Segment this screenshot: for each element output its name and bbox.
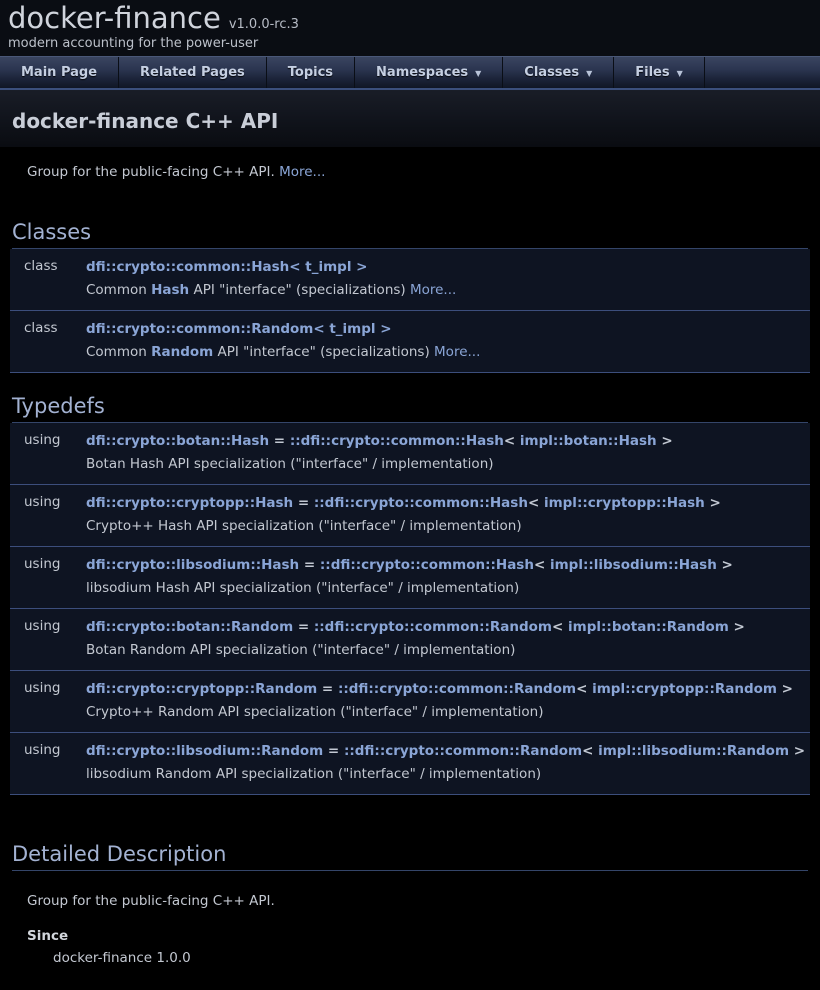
member-keyword: class xyxy=(10,318,86,363)
nav-tab-topics[interactable]: Topics xyxy=(267,57,355,88)
member-description: Crypto++ Hash API specialization ("inter… xyxy=(86,515,810,537)
typedef-name-link[interactable]: dfi::crypto::botan::Hash xyxy=(86,433,269,449)
template-open: < xyxy=(504,433,520,449)
member-description: Botan Random API specialization ("interf… xyxy=(86,639,810,661)
typedef-name-link[interactable]: dfi::crypto::libsodium::Random xyxy=(86,743,323,759)
member-keyword: using xyxy=(10,554,86,599)
member-description: Common Hash API "interface" (specializat… xyxy=(86,279,810,301)
equals-sign: = xyxy=(299,557,320,573)
equals-sign: = xyxy=(323,743,344,759)
typedef-impl-link[interactable]: impl::cryptopp::Hash xyxy=(544,495,705,511)
equals-sign: = xyxy=(317,681,338,697)
chevron-down-icon: ▼ xyxy=(475,67,481,78)
member-keyword: using xyxy=(10,616,86,661)
since-block: Since docker-finance 1.0.0 xyxy=(27,928,810,966)
typedef-name-link[interactable]: dfi::crypto::cryptopp::Random xyxy=(86,681,317,697)
main-nav: Main Page Related Pages Topics Namespace… xyxy=(0,56,820,88)
member-description: Botan Hash API specialization ("interfac… xyxy=(86,453,810,475)
typedef-row: using dfi::crypto::libsodium::Random = :… xyxy=(10,733,810,795)
typedef-base-link[interactable]: ::dfi::crypto::common::Hash xyxy=(314,495,528,511)
intro-paragraph: Group for the public-facing C++ API. Mor… xyxy=(27,164,810,180)
member-keyword: using xyxy=(10,678,86,723)
typedef-base-link[interactable]: ::dfi::crypto::common::Random xyxy=(344,743,582,759)
typedef-row: using dfi::crypto::cryptopp::Hash = ::df… xyxy=(10,485,810,547)
more-link[interactable]: More... xyxy=(410,282,456,298)
classes-table: class dfi::crypto::common::Hash< t_impl … xyxy=(10,249,810,373)
contents: Group for the public-facing C++ API. Mor… xyxy=(0,164,820,990)
typedef-base-link[interactable]: ::dfi::crypto::common::Random xyxy=(338,681,576,697)
class-desc-link[interactable]: Random xyxy=(151,344,213,360)
page-header: docker-finance C++ API xyxy=(0,90,820,147)
intro-text: Group for the public-facing C++ API. xyxy=(27,164,279,180)
chevron-down-icon: ▼ xyxy=(586,67,592,78)
nav-tab-related-pages[interactable]: Related Pages xyxy=(119,57,267,88)
typedef-row: using dfi::crypto::botan::Hash = ::dfi::… xyxy=(10,423,810,485)
template-args: < t_impl > xyxy=(289,259,367,275)
detailed-paragraph: Group for the public-facing C++ API. xyxy=(27,893,810,909)
title-area: docker-finance v1.0.0-rc.3 modern accoun… xyxy=(0,0,820,56)
equals-sign: = xyxy=(293,619,314,635)
template-close: > xyxy=(657,433,673,449)
typedef-name-link[interactable]: dfi::crypto::libsodium::Hash xyxy=(86,557,299,573)
typedef-base-link[interactable]: ::dfi::crypto::common::Hash xyxy=(320,557,534,573)
typedef-base-link[interactable]: ::dfi::crypto::common::Random xyxy=(314,619,552,635)
template-args: < t_impl > xyxy=(313,321,391,337)
member-keyword: class xyxy=(10,256,86,301)
template-open: < xyxy=(582,743,598,759)
class-desc-link[interactable]: Hash xyxy=(151,282,189,298)
template-open: < xyxy=(576,681,592,697)
typedef-impl-link[interactable]: impl::cryptopp::Random xyxy=(592,681,777,697)
member-keyword: using xyxy=(10,492,86,537)
member-description: Common Random API "interface" (specializ… xyxy=(86,341,810,363)
class-row: class dfi::crypto::common::Hash< t_impl … xyxy=(10,249,810,311)
nav-tab-main-page[interactable]: Main Page xyxy=(0,57,119,88)
project-version: v1.0.0-rc.3 xyxy=(229,17,299,32)
typedef-name-link[interactable]: dfi::crypto::cryptopp::Hash xyxy=(86,495,293,511)
more-link[interactable]: More... xyxy=(279,164,325,180)
template-open: < xyxy=(552,619,568,635)
typedefs-heading: Typedefs xyxy=(12,393,808,423)
detailed-description-heading: Detailed Description xyxy=(12,841,808,871)
member-keyword: using xyxy=(10,740,86,785)
page-title: docker-finance C++ API xyxy=(12,109,808,133)
typedef-name-link[interactable]: dfi::crypto::botan::Random xyxy=(86,619,293,635)
template-close: > xyxy=(729,619,745,635)
template-open: < xyxy=(528,495,544,511)
project-name: docker-finance xyxy=(8,1,221,35)
since-label: Since xyxy=(27,928,810,944)
project-brief: modern accounting for the power-user xyxy=(8,36,812,51)
class-name-link[interactable]: dfi::crypto::common::Hash< t_impl > xyxy=(86,259,367,275)
typedefs-table: using dfi::crypto::botan::Hash = ::dfi::… xyxy=(10,423,810,795)
equals-sign: = xyxy=(293,495,314,511)
template-close: > xyxy=(705,495,721,511)
nav-tab-namespaces[interactable]: Namespaces ▼ xyxy=(355,57,503,88)
typedef-base-link[interactable]: ::dfi::crypto::common::Hash xyxy=(290,433,504,449)
typedef-row: using dfi::crypto::cryptopp::Random = ::… xyxy=(10,671,810,733)
template-close: > xyxy=(777,681,793,697)
since-value: docker-finance 1.0.0 xyxy=(53,950,810,966)
typedef-impl-link[interactable]: impl::botan::Hash xyxy=(520,433,657,449)
more-link[interactable]: More... xyxy=(434,344,480,360)
typedef-impl-link[interactable]: impl::botan::Random xyxy=(568,619,729,635)
class-row: class dfi::crypto::common::Random< t_imp… xyxy=(10,311,810,373)
typedef-impl-link[interactable]: impl::libsodium::Hash xyxy=(550,557,717,573)
template-close: > xyxy=(717,557,733,573)
class-name-link[interactable]: dfi::crypto::common::Random< t_impl > xyxy=(86,321,392,337)
equals-sign: = xyxy=(269,433,290,449)
nav-tab-files[interactable]: Files ▼ xyxy=(614,57,705,88)
nav-tab-classes[interactable]: Classes ▼ xyxy=(503,57,614,88)
template-open: < xyxy=(534,557,550,573)
typedef-row: using dfi::crypto::libsodium::Hash = ::d… xyxy=(10,547,810,609)
classes-heading: Classes xyxy=(12,219,808,249)
member-description: Crypto++ Random API specialization ("int… xyxy=(86,701,810,723)
member-description: libsodium Random API specialization ("in… xyxy=(86,763,810,785)
typedef-row: using dfi::crypto::botan::Random = ::dfi… xyxy=(10,609,810,671)
member-keyword: using xyxy=(10,430,86,475)
chevron-down-icon: ▼ xyxy=(677,67,683,78)
typedef-impl-link[interactable]: impl::libsodium::Random xyxy=(598,743,789,759)
template-close: > xyxy=(789,743,805,759)
member-description: libsodium Hash API specialization ("inte… xyxy=(86,577,810,599)
